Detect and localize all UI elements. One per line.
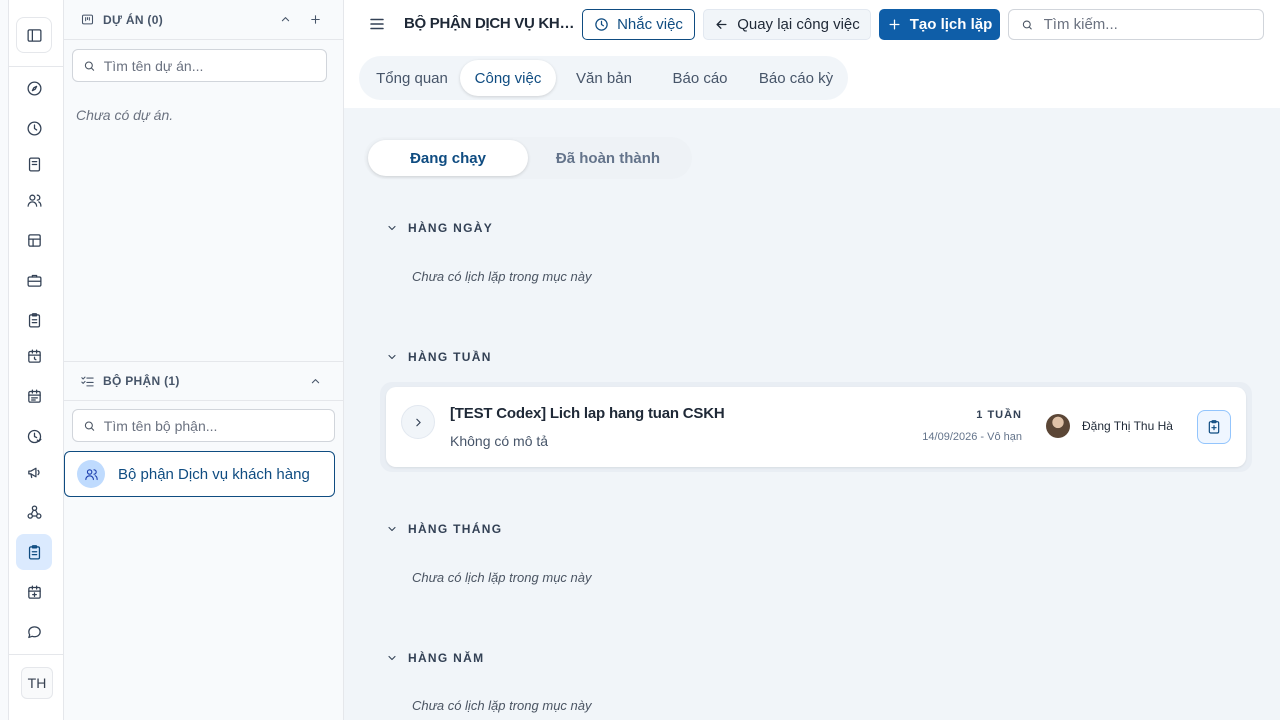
chevron-down-icon xyxy=(388,225,396,231)
group-daily-header[interactable]: HÀNG NGÀY xyxy=(386,221,493,235)
briefcase-icon[interactable] xyxy=(16,262,52,298)
chevron-right-icon xyxy=(415,418,421,426)
clipboard-plus-icon xyxy=(1208,420,1220,434)
department-search-input[interactable] xyxy=(103,417,324,434)
project-search[interactable] xyxy=(72,49,327,82)
clock-icon xyxy=(595,18,608,31)
back-label: Quay lại công việc xyxy=(737,16,860,33)
back-to-tasks-button[interactable]: Quay lại công việc xyxy=(703,9,871,40)
message-icon[interactable] xyxy=(16,614,52,650)
remind-label: Nhắc việc xyxy=(617,16,683,33)
recurring-schedule-icon[interactable] xyxy=(16,534,52,570)
create-label: Tạo lịch lặp xyxy=(909,16,993,33)
task-action-button[interactable] xyxy=(1197,410,1231,444)
users-icon[interactable] xyxy=(16,182,52,218)
menu-button[interactable] xyxy=(366,12,388,36)
global-search-input[interactable] xyxy=(1043,16,1251,33)
group-yearly-empty: Chưa có lịch lặp trong mục này xyxy=(412,698,592,713)
status-tabs: Đang chạy Đã hoàn thành xyxy=(364,137,692,179)
group-yearly-header[interactable]: HÀNG NĂM xyxy=(386,651,484,665)
chevron-up-icon xyxy=(311,378,319,383)
departments-header: BỘ PHẬN (1) xyxy=(64,361,343,401)
page-title: BỘ PHẬN DỊCH VỤ KHÁCH HÀNG xyxy=(404,15,582,32)
calendar-icon[interactable] xyxy=(16,378,52,414)
tab-reports[interactable]: Báo cáo xyxy=(655,60,745,96)
group-monthly-empty: Chưa có lịch lặp trong mục này xyxy=(412,570,592,585)
group-weekly-header[interactable]: HÀNG TUẦN xyxy=(386,350,492,364)
group-monthly-header[interactable]: HÀNG THÁNG xyxy=(386,522,502,536)
megaphone-icon[interactable] xyxy=(16,454,52,490)
plus-icon xyxy=(889,19,900,30)
department-users-icon xyxy=(77,460,105,488)
tab-tasks[interactable]: Công việc xyxy=(460,60,556,96)
plus-icon xyxy=(310,15,320,24)
arrow-left-icon xyxy=(716,20,727,29)
project-icon xyxy=(81,14,94,25)
collapse-projects-button[interactable] xyxy=(273,8,297,32)
rail-divider xyxy=(9,66,63,67)
compass-icon[interactable] xyxy=(16,70,52,106)
search-icon xyxy=(84,420,95,431)
tab-running[interactable]: Đang chạy xyxy=(368,140,528,176)
chevron-down-icon xyxy=(388,354,396,360)
calendar-plus-icon[interactable] xyxy=(16,574,52,610)
tab-overview[interactable]: Tổng quan xyxy=(365,60,459,96)
project-search-input[interactable] xyxy=(103,57,316,74)
toggle-sidebar-icon[interactable] xyxy=(16,17,52,53)
app-rail: TH xyxy=(8,0,64,720)
tab-period-reports[interactable]: Báo cáo kỳ xyxy=(749,60,843,96)
collapse-departments-button[interactable] xyxy=(303,369,327,393)
group-monthly-title: HÀNG THÁNG xyxy=(408,522,503,536)
section-tabs: Tổng quan Công việc Văn bản Báo cáo Báo … xyxy=(359,56,848,100)
departments-title: BỘ PHẬN (1) xyxy=(103,374,180,388)
calendar-clock-icon[interactable] xyxy=(16,338,52,374)
group-daily-empty: Chưa có lịch lặp trong mục này xyxy=(412,269,592,284)
group-yearly-title: HÀNG NĂM xyxy=(408,651,485,665)
task-description: Không có mô tả xyxy=(450,433,549,449)
tab-documents[interactable]: Văn bản xyxy=(559,60,649,96)
clipboard-icon[interactable] xyxy=(16,302,52,338)
task-frequency: 1 TUẦN xyxy=(976,409,1022,421)
chevron-down-icon xyxy=(388,526,396,532)
department-search[interactable] xyxy=(72,409,335,442)
task-title[interactable]: [TEST Codex] Lich lap hang tuan CSKH xyxy=(450,405,725,422)
history-icon[interactable] xyxy=(16,418,52,454)
create-recurring-button[interactable]: Tạo lịch lặp xyxy=(879,9,1000,40)
group-weekly-title: HÀNG TUẦN xyxy=(408,350,492,364)
search-icon xyxy=(84,60,95,71)
task-date-range: 14/09/2026 - Vô hạn xyxy=(922,431,1022,443)
network-icon[interactable] xyxy=(16,494,52,530)
rail-divider xyxy=(9,654,63,655)
projects-title: DỰ ÁN (0) xyxy=(103,12,163,27)
expand-task-button[interactable] xyxy=(401,405,435,439)
clock-icon[interactable] xyxy=(16,110,52,146)
department-item[interactable]: Bộ phận Dịch vụ khách hàng xyxy=(64,451,335,497)
tab-completed[interactable]: Đã hoàn thành xyxy=(528,140,688,176)
layout-icon[interactable] xyxy=(16,222,52,258)
checklist-icon xyxy=(81,376,94,386)
assignee-avatar xyxy=(1046,414,1070,438)
group-daily-title: HÀNG NGÀY xyxy=(408,221,494,235)
search-icon xyxy=(1022,20,1032,30)
remind-button[interactable]: Nhắc việc xyxy=(582,9,695,40)
hamburger-icon xyxy=(370,18,384,30)
projects-header: DỰ ÁN (0) xyxy=(64,0,343,40)
book-icon[interactable] xyxy=(16,146,52,182)
assignee-name: Đặng Thị Thu Hà xyxy=(1082,419,1173,433)
projects-empty-text: Chưa có dự án. xyxy=(76,107,174,123)
department-label: Bộ phận Dịch vụ khách hàng xyxy=(118,465,310,483)
chevron-up-icon xyxy=(281,17,289,22)
chevron-down-icon xyxy=(388,655,396,661)
global-search[interactable] xyxy=(1008,9,1264,40)
user-avatar[interactable]: TH xyxy=(21,667,53,699)
add-project-button[interactable] xyxy=(303,8,327,32)
